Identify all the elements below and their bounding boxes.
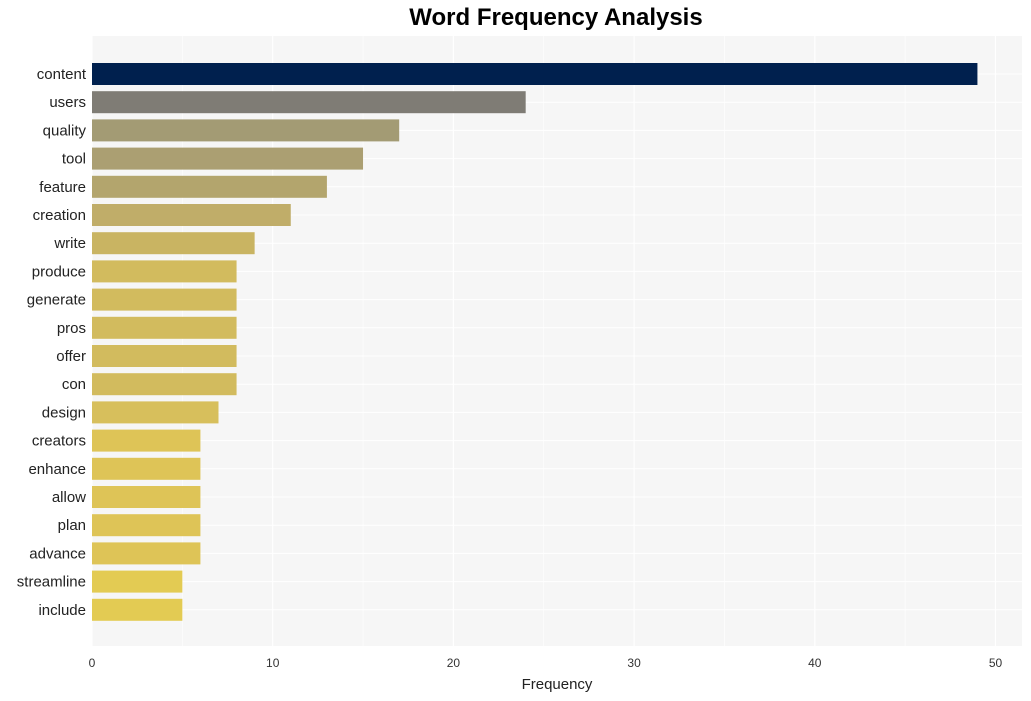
bar-creators xyxy=(92,429,201,452)
bar-design xyxy=(92,401,219,424)
category-label-include: include xyxy=(38,602,86,619)
bar-tool xyxy=(92,147,364,170)
bar-chart: content users quality tool feature creation wr… xyxy=(17,36,1022,693)
x-tick-label: 50 xyxy=(989,656,1003,670)
x-tick-label: 20 xyxy=(447,656,461,670)
category-label-plan: plan xyxy=(58,517,86,534)
bar-content xyxy=(92,63,978,85)
category-labels: content users quality tool feature creation wr… xyxy=(17,66,87,619)
bar-streamline xyxy=(92,570,183,593)
category-label-feature: feature xyxy=(39,179,86,196)
bar-plan xyxy=(92,514,201,537)
bar-allow xyxy=(92,486,201,508)
bar-generate xyxy=(92,288,237,311)
bar-include xyxy=(92,598,183,621)
bar-produce xyxy=(92,260,237,283)
bar-feature xyxy=(92,175,327,198)
category-label-produce: produce xyxy=(32,263,86,280)
x-tick-labels: 0 10 20 30 40 50 xyxy=(89,656,1003,670)
category-label-content: content xyxy=(37,66,87,83)
category-label-creation: creation xyxy=(33,207,86,224)
x-tick-label: 30 xyxy=(627,656,641,670)
x-tick-label: 10 xyxy=(266,656,280,670)
bar-pros xyxy=(92,316,237,339)
bar-users xyxy=(92,91,526,114)
category-label-pros: pros xyxy=(57,320,86,337)
category-label-generate: generate xyxy=(27,292,86,309)
category-label-creators: creators xyxy=(32,433,86,450)
category-label-tool: tool xyxy=(62,151,86,168)
category-label-quality: quality xyxy=(43,122,87,139)
category-label-design: design xyxy=(42,404,86,421)
bar-con xyxy=(92,373,237,396)
category-label-streamline: streamline xyxy=(17,574,86,591)
category-label-enhance: enhance xyxy=(28,461,86,478)
category-label-advance: advance xyxy=(29,545,86,562)
bar-advance xyxy=(92,542,201,565)
category-label-allow: allow xyxy=(52,489,86,506)
category-label-offer: offer xyxy=(56,348,86,365)
category-label-con: con xyxy=(62,376,86,393)
bar-quality xyxy=(92,119,400,142)
x-tick-label: 0 xyxy=(89,656,96,670)
bar-enhance xyxy=(92,457,201,480)
x-axis-label: Frequency xyxy=(522,676,593,693)
bar-offer xyxy=(92,345,237,367)
category-label-users: users xyxy=(49,94,86,111)
bar-creation xyxy=(92,204,291,226)
bar-write xyxy=(92,232,255,255)
category-label-write: write xyxy=(53,235,86,252)
x-tick-label: 40 xyxy=(808,656,822,670)
